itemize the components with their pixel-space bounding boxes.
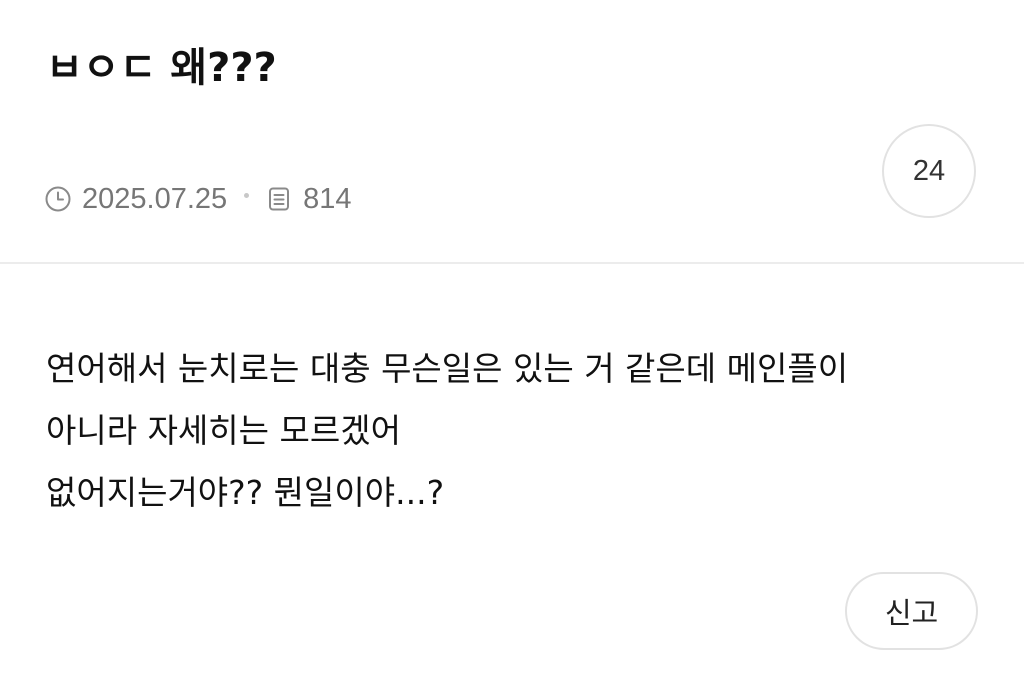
clock-icon [44,185,72,213]
post-body-line: 연어해서 눈치로는 대충 무슨일은 있는 거 같은데 메인플이 [46,349,849,388]
post-date: 2025.07.25 [82,182,228,215]
comment-count: 24 [912,154,946,187]
report-button[interactable]: 신고 [845,572,978,650]
meta-separator [244,192,250,198]
comment-count-button[interactable]: 24 [882,124,976,218]
divider [0,262,1024,264]
post-body-line: 없어지는거야?? 뭔일이야...? [46,473,445,512]
document-icon [265,185,293,213]
report-button-label: 신고 [884,596,939,630]
post-views: 814 [303,182,352,215]
post-body: 연어해서 눈치로는 대충 무슨일은 있는 거 같은데 메인플이 아니라 자세히는… [46,338,996,524]
post-body-line: 아니라 자세히는 모르겠어 [46,411,401,450]
post-title: ㅂㅇㄷ 왜??? [46,45,277,91]
post-meta: 2025.07.25 814 [44,180,352,218]
